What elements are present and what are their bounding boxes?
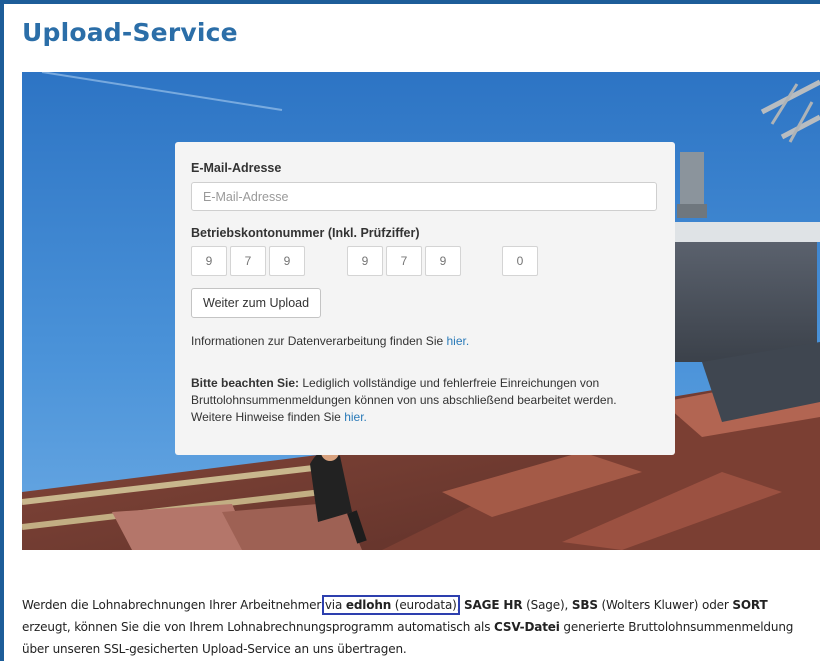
para-bold-edlohn: edlohn [345, 598, 392, 612]
email-label: E-Mail-Adresse [191, 161, 282, 175]
para-text: (Wolters Kluwer) oder [597, 598, 733, 612]
privacy-link[interactable]: hier. [447, 334, 470, 348]
notice-link[interactable]: hier. [344, 410, 367, 424]
account-digit-2[interactable] [230, 246, 266, 276]
intro-paragraph: Werden die Lohnabrechnungen Ihrer Arbeit… [22, 594, 812, 660]
edlohn-highlight: via edlohn (eurodata) [321, 595, 460, 615]
para-text: via [324, 598, 346, 612]
privacy-text: Informationen zur Datenverarbeitung find… [191, 334, 447, 348]
para-bold-sage: SAGE HR [464, 598, 523, 612]
para-text: (Sage), [522, 598, 572, 612]
para-text: , [456, 598, 465, 612]
upload-form-card: E-Mail-Adresse Betriebskontonummer (Inkl… [175, 142, 675, 455]
account-digit-3[interactable] [269, 246, 305, 276]
account-digit-6[interactable] [425, 246, 461, 276]
para-bold-csv: CSV-Datei [493, 620, 560, 634]
para-bold-sort: SORT [732, 598, 768, 612]
email-field[interactable] [191, 182, 657, 211]
account-digit-4[interactable] [347, 246, 383, 276]
notice-text: Bitte beachten Sie: Lediglich vollständi… [191, 375, 661, 426]
para-bold-sbs: SBS [571, 598, 598, 612]
account-number-label: Betriebskontonummer (Inkl. Prüfziffer) [191, 226, 420, 240]
privacy-info: Informationen zur Datenverarbeitung find… [191, 333, 469, 350]
para-text: Werden die Lohnabrechnungen Ihrer Arbeit… [22, 598, 325, 612]
para-text: (eurodata) [391, 598, 457, 612]
notice-heading: Bitte beachten Sie: [191, 376, 300, 390]
account-digit-1[interactable] [191, 246, 227, 276]
account-check-digit[interactable] [502, 246, 538, 276]
continue-upload-button[interactable]: Weiter zum Upload [191, 288, 322, 318]
account-digit-5[interactable] [386, 246, 422, 276]
para-text: erzeugt, können Sie die von Ihrem Lohnab… [22, 620, 494, 634]
page-title: Upload-Service [22, 18, 238, 47]
